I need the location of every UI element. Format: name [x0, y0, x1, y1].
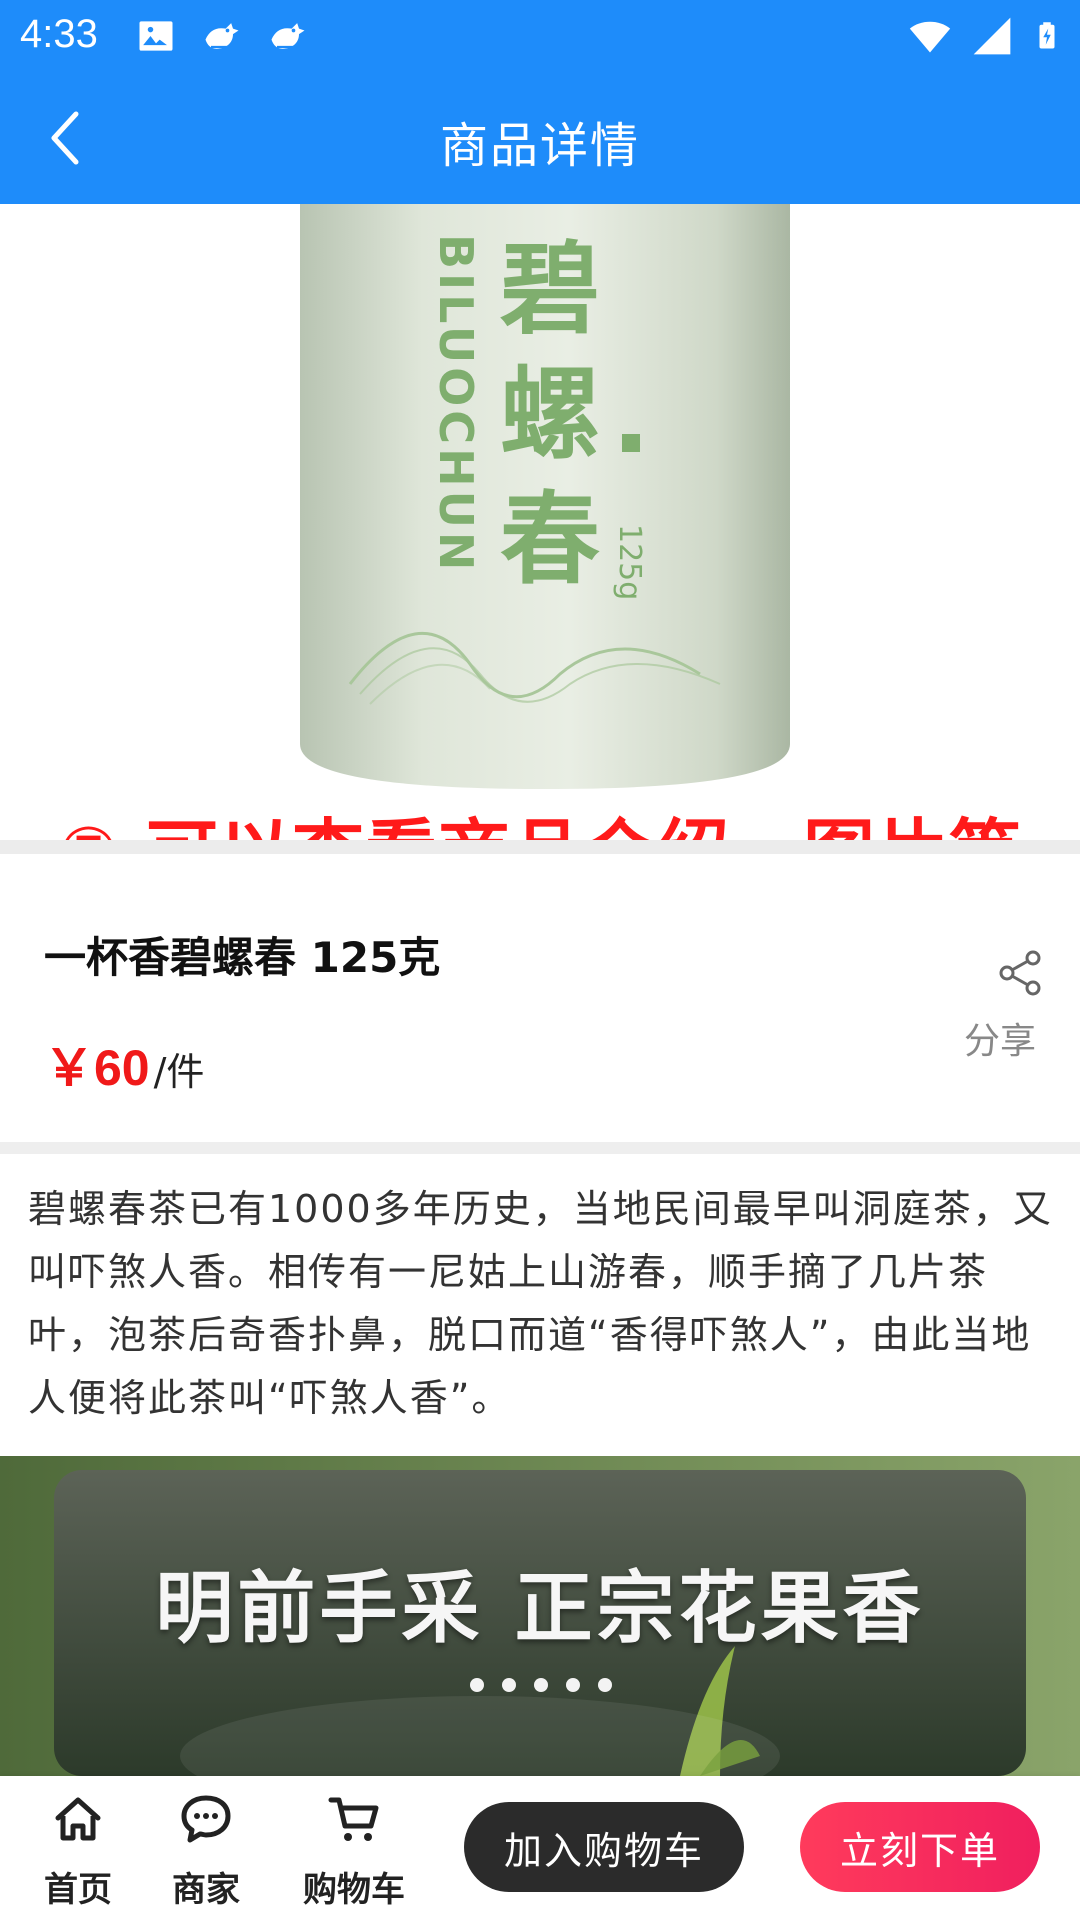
- price-value: ￥60: [44, 1040, 150, 1096]
- page-title: 商品详情: [439, 118, 640, 174]
- carousel-dot[interactable]: [502, 1678, 516, 1692]
- tab-merchant[interactable]: 商家: [146, 1792, 266, 1911]
- tab-cart-label: 购物车: [303, 1870, 405, 1910]
- carousel-dot[interactable]: [598, 1678, 612, 1692]
- svg-text:螺: 螺: [500, 356, 600, 473]
- buy-now-button[interactable]: 立刻下单: [800, 1802, 1040, 1892]
- tab-merchant-label: 商家: [172, 1870, 240, 1910]
- svg-text:125g: 125g: [612, 524, 647, 600]
- product-description: 碧螺春茶已有1000多年历史，当地民间最早叫洞庭茶，又叫吓煞人香。相传有一尼姑上…: [28, 1187, 1053, 1420]
- share-label: 分享: [963, 1021, 1036, 1062]
- tab-home[interactable]: 首页: [18, 1792, 138, 1911]
- wifi-icon: [909, 21, 951, 53]
- bottom-action-bar: 首页 商家 购物车 加入购物车 立刻下单: [0, 1776, 1080, 1920]
- signal-icon: [973, 17, 1011, 55]
- svg-text:碧: 碧: [500, 231, 600, 348]
- product-price: ￥60 /件: [44, 1028, 204, 1100]
- carousel-dots: [470, 1678, 612, 1692]
- carousel-dot[interactable]: [566, 1678, 580, 1692]
- svg-text:春: 春: [500, 481, 600, 598]
- status-bar: 4:33: [0, 0, 1080, 72]
- battery-icon: [1039, 22, 1055, 49]
- bird-icon: [205, 23, 239, 49]
- carousel-dot[interactable]: [534, 1678, 548, 1692]
- price-unit: /件: [153, 1050, 205, 1094]
- product-image[interactable]: BILUOCHUN 碧 螺 春 125g ⑤ 可以查看商品介绍、图片等: [0, 204, 1080, 854]
- promo-headline: 明前手采 正宗花果香: [155, 1564, 925, 1654]
- share-button[interactable]: 分享: [960, 946, 1080, 1064]
- add-to-cart-button[interactable]: 加入购物车: [464, 1802, 744, 1892]
- cart-icon: [328, 1797, 379, 1841]
- chat-icon: [181, 1795, 231, 1843]
- system-icons: [908, 14, 1062, 58]
- tab-cart[interactable]: 购物车: [294, 1792, 414, 1911]
- section-divider: [0, 1142, 1080, 1154]
- product-name: 一杯香碧螺春 125克: [44, 933, 441, 982]
- svg-text:BILUOCHUN: BILUOCHUN: [429, 234, 483, 574]
- image-icon: [139, 21, 173, 51]
- tea-can-image: BILUOCHUN 碧 螺 春 125g: [0, 204, 1080, 854]
- bird-icon: [271, 23, 305, 49]
- tab-home-label: 首页: [44, 1870, 112, 1910]
- home-icon: [55, 1797, 101, 1841]
- nav-bar: 商品详情: [0, 72, 1080, 204]
- share-icon: [999, 950, 1041, 996]
- promo-image[interactable]: 明前手采 正宗花果香: [0, 1456, 1080, 1776]
- product-info: 一杯香碧螺春 125克 ￥60 /件 分享: [0, 866, 1080, 1142]
- carousel-dot[interactable]: [470, 1678, 484, 1692]
- status-time: 4:33: [20, 12, 98, 56]
- hero-divider: [0, 840, 1080, 854]
- notification-icons: [134, 14, 310, 58]
